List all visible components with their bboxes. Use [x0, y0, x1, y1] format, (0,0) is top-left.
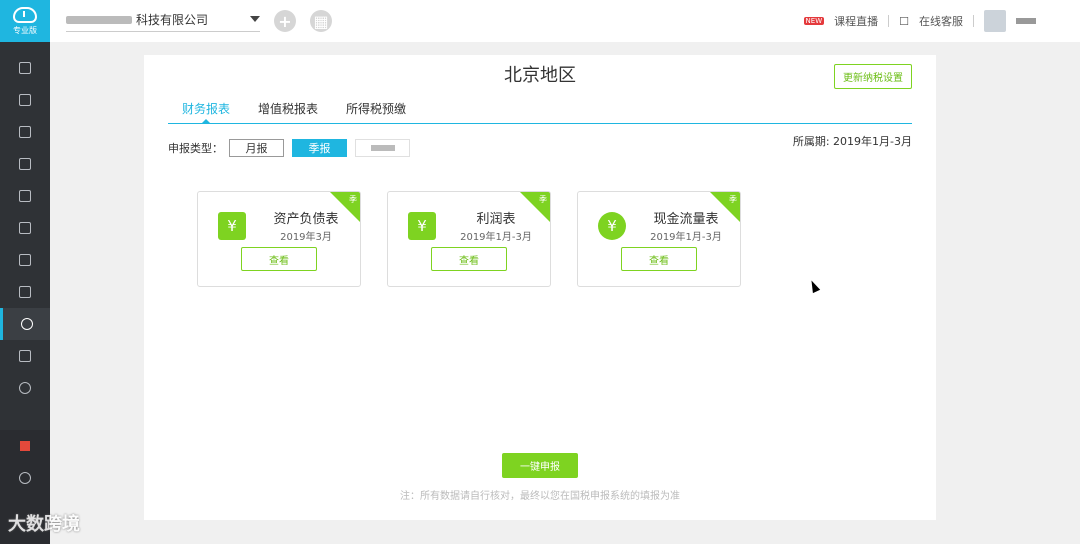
company-selector[interactable]: 科技有限公司 [66, 11, 260, 32]
view-button[interactable]: 查看 [241, 247, 317, 271]
sidebar-item-report[interactable] [0, 212, 50, 244]
new-badge: NEW [803, 17, 825, 25]
calendar-icon [19, 190, 31, 202]
card-title: 现金流量表 [653, 212, 719, 227]
tax-icon [20, 318, 33, 330]
topbar: 科技有限公司 + ▦ NEW 课程直播 ☐ 在线客服 [50, 0, 1080, 42]
period-info: 所属期: 2019年1月-3月 [792, 135, 912, 148]
add-button[interactable]: + [274, 10, 296, 32]
coins-yuan-icon: ¥ [598, 212, 626, 240]
chat-icon: ☐ [899, 14, 909, 28]
cash-flow-card: 季 ¥ 现金流量表 2019年1月-3月 查看 [577, 191, 741, 287]
report-icon [19, 222, 31, 234]
live-course-link[interactable]: 课程直播 [834, 13, 878, 29]
divider [888, 15, 890, 27]
report-tabs: 财务报表 增值税报表 所得税预缴 [168, 93, 912, 124]
view-button[interactable]: 查看 [621, 247, 697, 271]
sidebar-item-shop[interactable] [0, 244, 50, 276]
report-cards: 季 ¥ 资产负债表 2019年3月 查看 季 ¥ 利润表 2019年1月-3月 … [197, 191, 741, 287]
quarter-badge-label: 季 [539, 195, 547, 204]
sidebar-item-ledger[interactable] [0, 148, 50, 180]
receipt-icon [19, 94, 31, 106]
sidebar-item-edit[interactable] [0, 340, 50, 372]
gift-icon [20, 441, 30, 451]
settings-icon [19, 382, 31, 394]
sidebar-item-document[interactable] [0, 52, 50, 84]
card-date: 2019年3月 [280, 232, 332, 243]
divider [973, 15, 974, 27]
balance-sheet-card: 季 ¥ 资产负债表 2019年3月 查看 [197, 191, 361, 287]
sidebar-item-tax[interactable] [0, 308, 50, 340]
sidebar-item-gift[interactable] [0, 430, 50, 462]
shop-yuan-icon: ¥ [408, 212, 436, 240]
period-type-row: 申报类型： 月报 季报 [168, 139, 418, 157]
monthly-button[interactable]: 月报 [229, 139, 284, 157]
sidebar: 专业版 [0, 0, 50, 544]
logo-label: 专业版 [13, 25, 37, 35]
sidebar-item-image[interactable] [0, 276, 50, 308]
card-title: 利润表 [476, 212, 516, 227]
quarter-badge-label: 季 [349, 195, 357, 204]
card-date: 2019年1月-3月 [460, 232, 532, 243]
chevron-down-icon [250, 16, 260, 22]
card-date: 2019年1月-3月 [650, 232, 722, 243]
sidebar-item-calendar[interactable] [0, 180, 50, 212]
edit-icon [19, 350, 31, 362]
topbar-right: NEW 课程直播 ☐ 在线客服 [803, 0, 1036, 42]
sidebar-item-speed[interactable] [0, 462, 50, 494]
redacted-label [370, 145, 395, 151]
ledger-icon [19, 158, 31, 170]
annual-button-redacted[interactable] [355, 139, 410, 157]
apps-button[interactable]: ▦ [310, 10, 332, 32]
tab-income-tax-prepay[interactable]: 所得税预缴 [332, 93, 420, 123]
online-service-link[interactable]: 在线客服 [919, 13, 963, 29]
update-tax-settings-button[interactable]: 更新纳税设置 [834, 64, 912, 89]
sidebar-item-settings[interactable] [0, 372, 50, 404]
income-statement-card: 季 ¥ 利润表 2019年1月-3月 查看 [387, 191, 551, 287]
page-title: 北京地区 [504, 65, 576, 86]
avatar[interactable] [984, 10, 1006, 32]
view-button[interactable]: 查看 [431, 247, 507, 271]
company-name-redacted [66, 15, 132, 24]
chart-icon [19, 126, 31, 138]
company-name: 科技有限公司 [136, 12, 209, 27]
tab-financial-statements[interactable]: 财务报表 [168, 93, 244, 124]
period-type-label: 申报类型： [168, 142, 223, 155]
yuan-wallet-icon: ¥ [218, 212, 246, 240]
one-click-submit-button[interactable]: 一键申报 [502, 453, 578, 478]
watermark: 大数跨境 [8, 514, 80, 535]
quarterly-button[interactable]: 季报 [292, 139, 347, 157]
quarter-badge-label: 季 [729, 195, 737, 204]
shop-icon [19, 254, 31, 266]
image-icon [19, 286, 31, 298]
tab-vat-report[interactable]: 增值税报表 [244, 93, 332, 123]
sidebar-item-receipt[interactable] [0, 84, 50, 116]
card-title: 资产负债表 [273, 212, 339, 227]
logo[interactable]: 专业版 [0, 0, 50, 42]
cloud-icon [13, 6, 37, 23]
sidebar-item-chart[interactable] [0, 116, 50, 148]
user-name-redacted[interactable] [1016, 18, 1036, 24]
disclaimer-note: 注：所有数据请自行核对，最终以您在国税申报系统的填报为准 [400, 491, 680, 502]
speed-icon [19, 472, 31, 484]
document-icon [19, 62, 31, 74]
